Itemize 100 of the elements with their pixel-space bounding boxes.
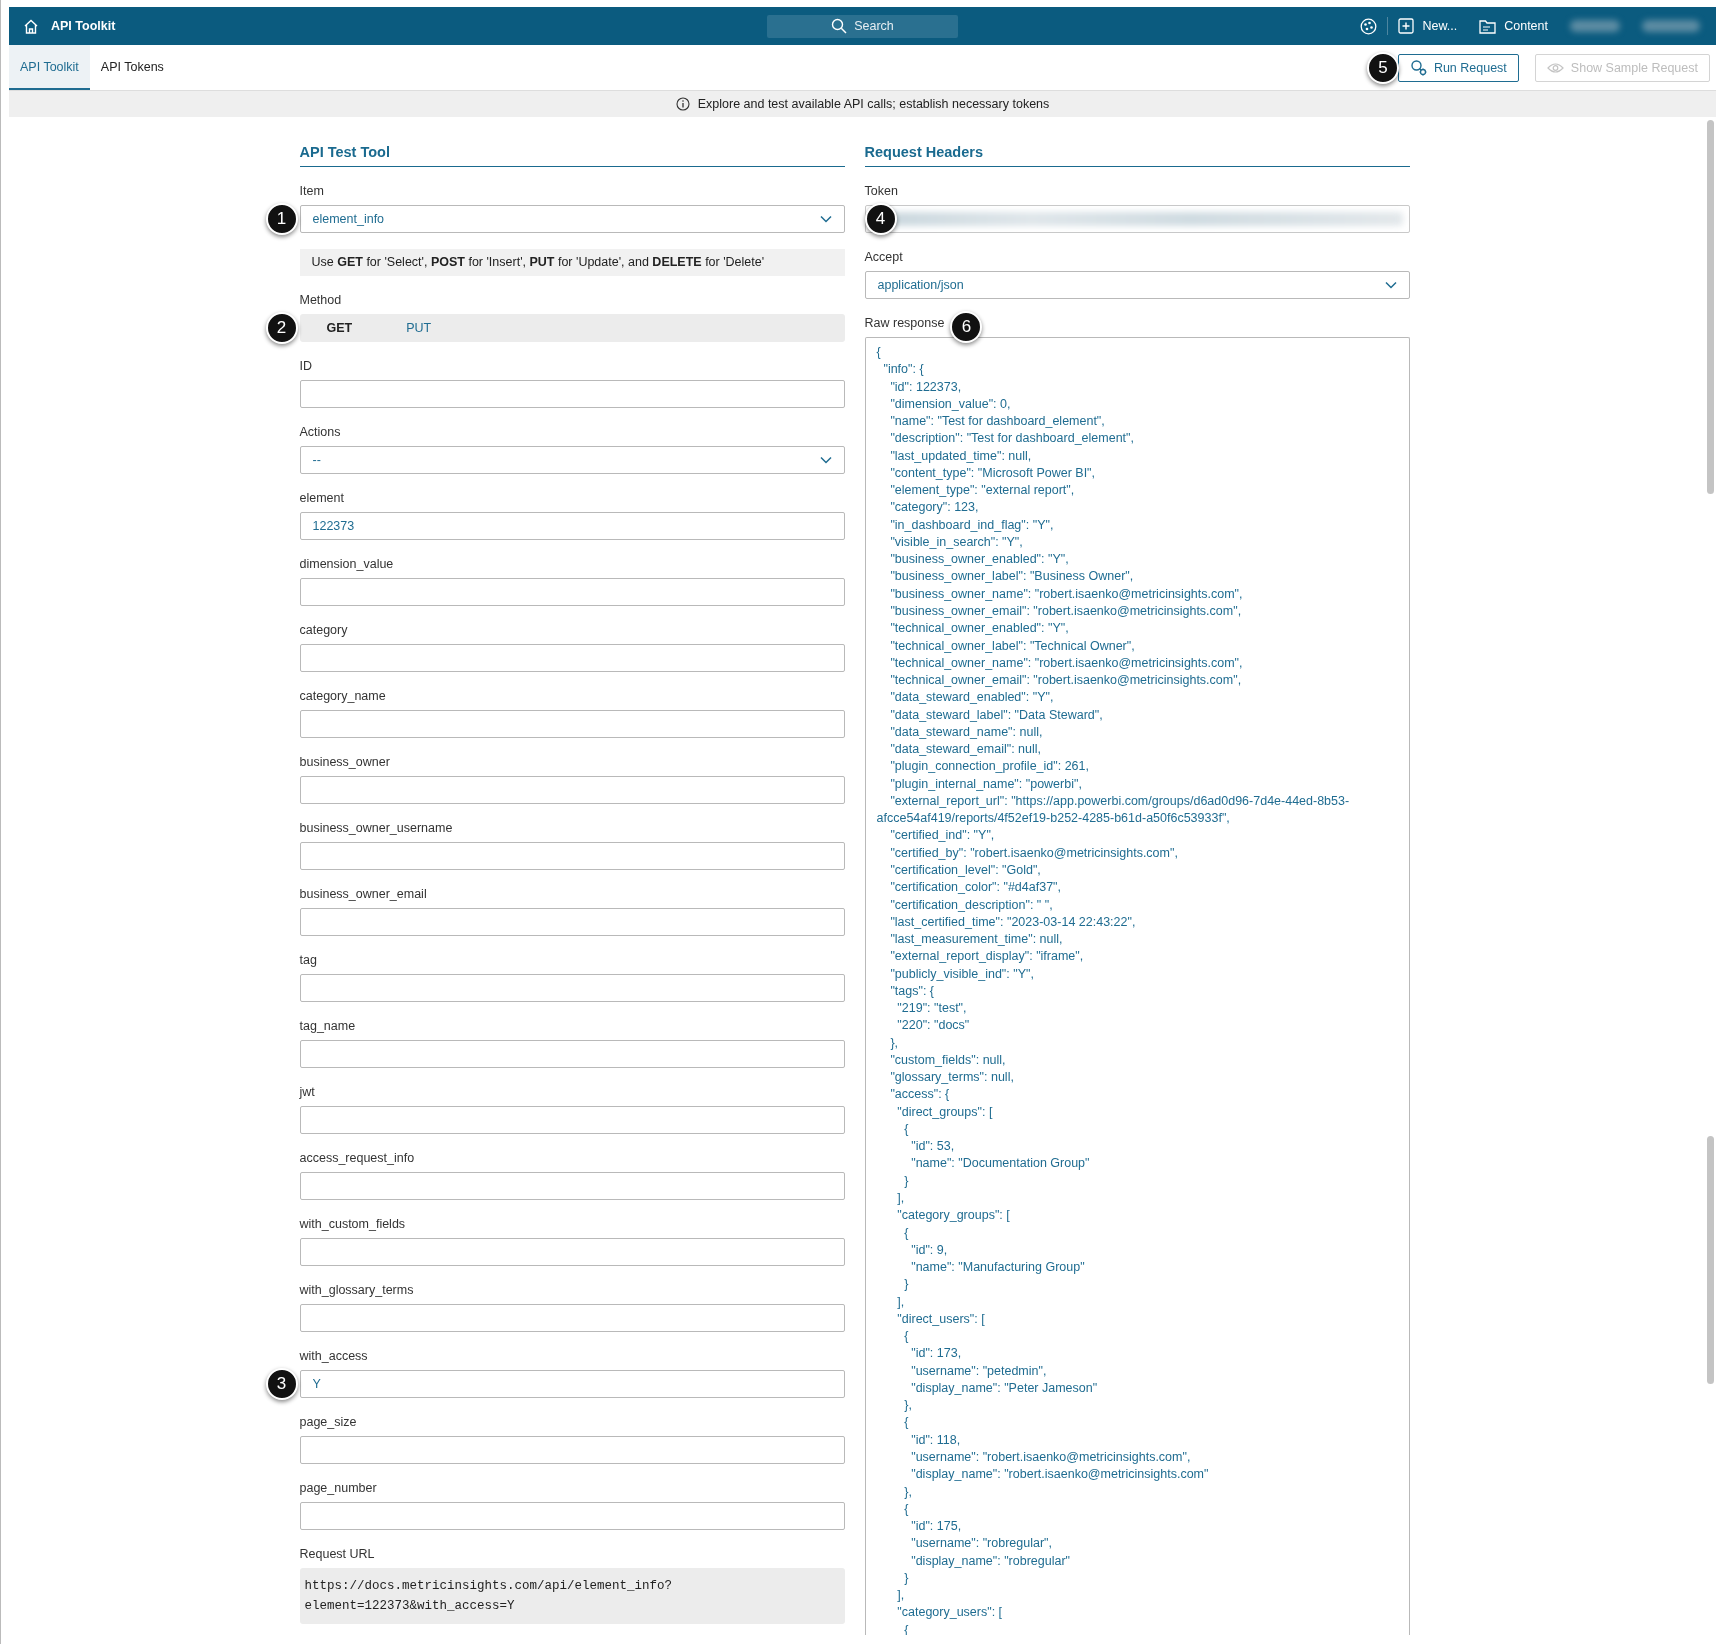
field-label: Accept [864,249,903,266]
toolbar-button[interactable]: New... [1398,18,1458,34]
folder-icon [1479,18,1497,34]
field-label: page_number [299,1480,377,1497]
code-line: "plugin_internal_name": "powerbi", [889,775,1082,793]
code-line: "visible_in_search": "Y", [889,533,1023,551]
field-label: category_name [299,688,386,705]
code-line: "content_type": "Microsoft Power BI", [889,464,1096,482]
code-line: "business_owner_email": "robert.isaenko@metricinsights.com", [889,603,1242,620]
field-label: Token [864,183,898,200]
code-line: "certification_description": " ", [889,896,1053,914]
text-field[interactable] [299,1304,845,1332]
text-field[interactable] [299,1172,845,1200]
code-line: "data_steward_name": null, [889,723,1043,741]
code-line: "business_owner_enabled": "Y", [889,551,1069,569]
field-label: Raw response [864,315,945,332]
search-gear-icon [1409,59,1427,76]
text-field[interactable]: Y [299,1370,845,1398]
code-line: "external_report_url": "https://app.powerbi.com/groups/d6ad0d96-7d4e-44ed-8b53- [889,792,1350,810]
scrollbar-thumb[interactable] [1707,120,1714,494]
step-badge: 1 [265,203,298,235]
search-field[interactable]: Search [767,14,958,38]
code-line: "id": 9, [910,1241,948,1259]
code-line: "tags": { [889,982,934,1000]
scrollbar-thumb[interactable] [1707,1136,1714,1384]
code-line: "business_owner_name": "robert.isaenko@metricinsights.com", [889,585,1243,603]
field-label: Actions [299,424,341,441]
plus-square-icon [1398,18,1415,34]
field-label: access_request_info [299,1150,415,1167]
text-field[interactable]: 122373 [299,512,845,540]
toolbar-button[interactable]: Content [1479,18,1548,34]
code-line: "dimension_value": 0, [889,395,1011,413]
chevron-down-icon [819,456,832,464]
chevron-down-icon [819,215,832,223]
step-badge: 3 [265,1368,298,1400]
code-line: "last_updated_time": null, [889,447,1032,465]
text-field[interactable] [299,908,845,936]
code-line: "technical_owner_name": "robert.isaenko@metricinsights.com", [889,654,1243,672]
home-icon [23,18,39,34]
field-label: element [299,490,344,507]
code-line: ], [896,1293,905,1311]
field-label: page_size [299,1414,357,1431]
info-icon [675,97,690,111]
text-field[interactable] [299,776,845,804]
code-line: "220": "docs" [896,1017,970,1035]
code-line: "display_name": "Peter Jameson" [910,1379,1098,1397]
step-badge: 5 [1366,51,1399,84]
run-request-button[interactable]: Run Request [1397,53,1519,82]
method-option[interactable]: GET [299,314,380,342]
text-field[interactable] [299,842,845,870]
code-line: { [903,1414,909,1432]
text-field[interactable] [299,1502,845,1530]
code-line: "external_report_display": "iframe", [889,948,1084,966]
dropdown-field[interactable]: element_info [299,205,845,233]
field-label: tag [299,952,317,969]
text-field[interactable] [299,974,845,1002]
code-line: "id": 53, [910,1138,955,1156]
section-title: Request Headers [864,143,983,162]
code-line: "id": 118, [910,1431,961,1449]
method-option[interactable]: PUT [379,314,459,342]
code-line: "category_users": [ [896,1604,1003,1622]
search-icon [831,18,848,34]
code-line: "data_steward_label": "Data Steward", [889,706,1103,724]
code-line: "display_name": "robregular" [910,1552,1071,1570]
text-field[interactable] [299,710,845,738]
text-field[interactable] [299,1040,845,1068]
code-line: { [903,1224,909,1242]
code-line: "last_measurement_time": null, [889,931,1063,949]
code-line: "display_name": "robert.isaenko@metricinsights.com" [910,1466,1209,1484]
dropdown-field[interactable]: application/json [864,271,1410,299]
code-line: ], [896,1190,905,1207]
code-line: "name": "Test for dashboard_element", [889,413,1105,431]
code-line: }, [903,1483,912,1501]
palette-icon[interactable] [1360,17,1378,35]
code-line: "direct_groups": [ [896,1103,993,1121]
eye-icon [1546,61,1564,74]
text-field[interactable] [299,644,845,672]
code-line: "description": "Test for dashboard_element", [889,430,1134,448]
text-field[interactable] [299,1106,845,1134]
text-field[interactable] [299,380,845,408]
code-line: "info": { [882,361,924,379]
code-line: "id": 122373, [889,378,962,396]
chevron-down-icon [1384,281,1397,289]
code-line: "category_groups": [ [896,1207,1010,1225]
tab[interactable]: API Toolkit [9,45,90,90]
field-label: ID [299,358,312,375]
text-field[interactable] [299,578,845,606]
code-line: ], [896,1587,905,1605]
code-line: }, [903,1397,912,1415]
field-label: jwt [299,1084,315,1101]
text-field[interactable] [299,1436,845,1464]
step-badge: 6 [950,310,983,343]
dropdown-field[interactable]: -- [299,446,845,474]
text-field[interactable] [299,1238,845,1266]
field-label: dimension_value [299,556,394,573]
code-line: "username": "petedmin", [910,1362,1047,1380]
code-line: { [903,1500,909,1518]
token-field[interactable] [864,205,1410,233]
field-label: category [299,622,348,639]
step-badge: 4 [864,203,897,235]
